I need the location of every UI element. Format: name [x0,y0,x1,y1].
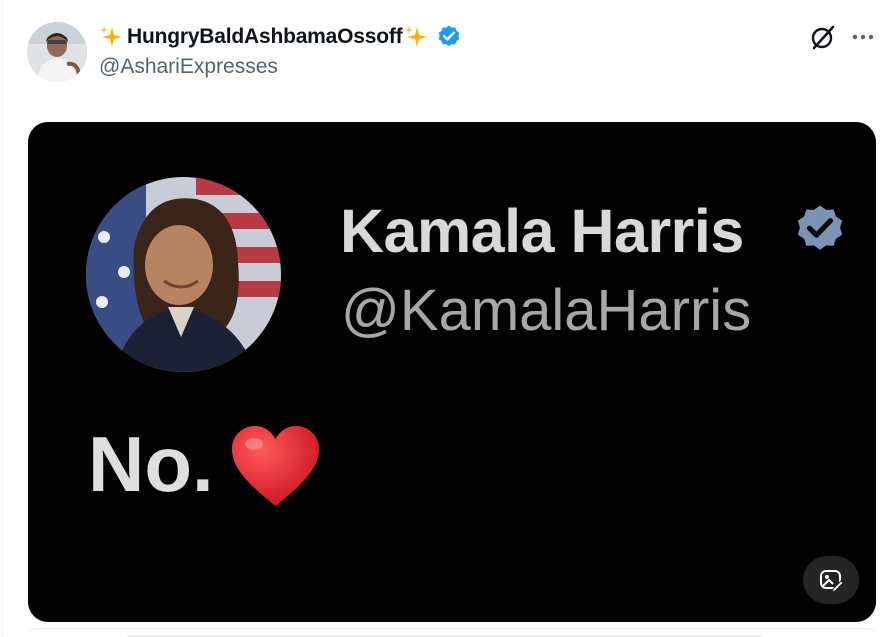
sparkles-icon [404,24,430,50]
inner-display-name: Kamala Harris [340,197,744,265]
verified-badge-icon[interactable] [436,24,462,50]
more-dots-icon[interactable] [849,27,877,47]
post-media-image[interactable]: Kamala Harris @KamalaHarris No. [28,122,876,622]
inner-profile-photo [86,177,281,372]
left-divider [2,0,3,636]
author-display-name[interactable]: HungryBaldAshbamaOssoff [127,25,403,49]
author-handle[interactable]: @AshariExpresses [99,55,278,79]
inner-post-text: No. [88,420,214,508]
author-avatar[interactable] [27,22,87,82]
inner-handle: @KamalaHarris [341,278,752,343]
grok-icon[interactable] [809,23,837,51]
image-edit-icon [820,570,844,593]
author-name-row[interactable]: HungryBaldAshbamaOssoff [99,22,462,52]
red-heart-icon [228,422,323,512]
image-edit-button[interactable] [803,556,859,604]
avatar-image [27,22,87,82]
inner-verified-badge-icon [792,202,848,258]
post: HungryBaldAshbamaOssoff @AshariExpresses [0,0,884,636]
sparkles-icon [99,24,125,50]
